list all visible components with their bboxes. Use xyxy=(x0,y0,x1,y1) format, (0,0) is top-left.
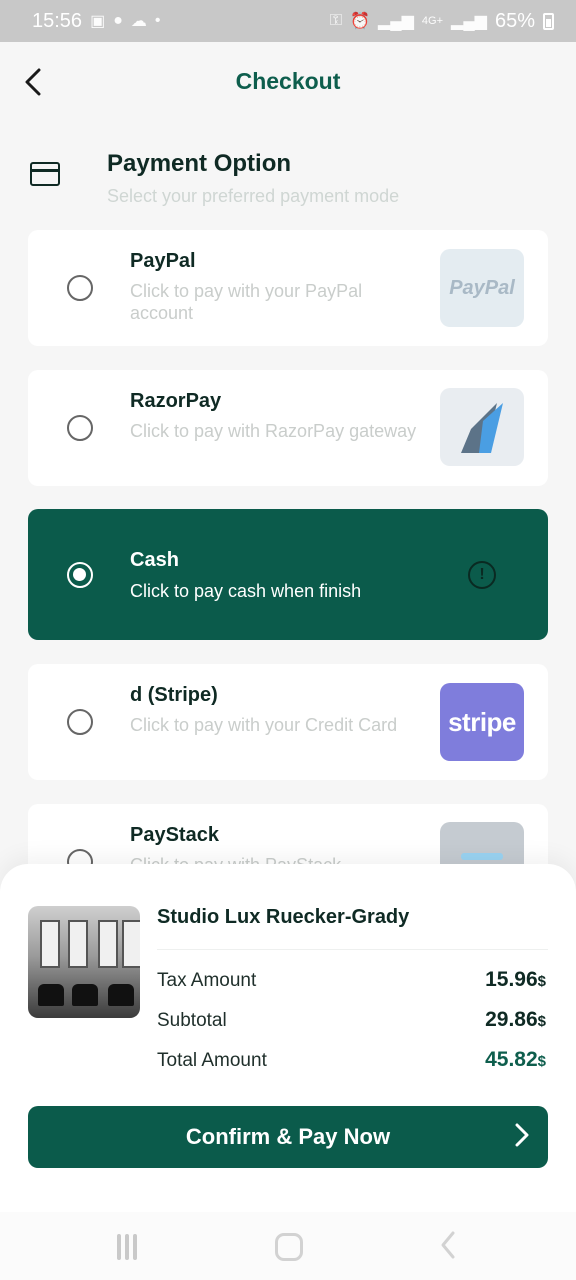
network-type: 4G+ xyxy=(421,15,444,27)
signal-icon: ▂▄▆ xyxy=(377,13,414,30)
tax-label: Tax Amount xyxy=(157,970,257,991)
total-label: Total Amount xyxy=(157,1050,267,1071)
payment-option-cash[interactable]: Cash Click to pay cash when finish ! xyxy=(28,509,548,640)
chevron-right-icon xyxy=(514,1122,530,1153)
radio-selected-icon[interactable] xyxy=(67,562,93,588)
system-back-icon[interactable] xyxy=(440,1230,456,1268)
stripe-logo: stripe xyxy=(440,683,524,761)
payment-option-description: Click to pay with RazorPay gateway xyxy=(130,421,417,441)
section-subtitle: Select your preferred payment mode xyxy=(107,186,400,206)
salon-name: Studio Lux Ruecker-Grady xyxy=(157,906,410,928)
paypal-logo: PayPal xyxy=(440,249,524,327)
card-icon xyxy=(30,162,60,186)
system-nav-bar xyxy=(0,1212,576,1280)
razorpay-logo xyxy=(440,388,524,466)
radio-icon[interactable] xyxy=(67,275,93,301)
order-summary-sheet: Studio Lux Ruecker-Grady Tax Amount 15.9… xyxy=(0,864,576,1212)
divider xyxy=(157,949,548,950)
home-icon[interactable] xyxy=(275,1233,303,1261)
confirm-pay-label: Confirm & Pay Now xyxy=(185,1124,391,1149)
status-bar: 15:56 ▣ ● ☁ • ⚿ ⏰ ▂▄▆ 4G+ ▂▄▆ 65% xyxy=(0,0,576,42)
battery-percent: 65% xyxy=(494,9,535,32)
battery-icon xyxy=(543,12,554,30)
subtotal-value: 29.86$ xyxy=(485,1008,546,1031)
payment-option-name: Cash xyxy=(130,549,179,571)
alarm-icon: ⏰ xyxy=(350,13,370,30)
header: Checkout xyxy=(0,42,576,122)
recent-apps-icon[interactable] xyxy=(117,1234,141,1260)
key-icon: ⚿ xyxy=(329,12,343,29)
payment-option-name: RazorPay xyxy=(130,390,222,412)
payment-option-name: d (Stripe) xyxy=(130,684,218,706)
payment-option-description: Click to pay with your PayPal account xyxy=(130,281,363,323)
status-time: 15:56 xyxy=(32,9,83,32)
confirm-pay-button[interactable]: Confirm & Pay Now xyxy=(28,1106,548,1168)
tax-value: 15.96$ xyxy=(485,968,546,991)
section-title: Payment Option xyxy=(107,150,292,177)
dot-icon: • xyxy=(154,12,161,29)
signal-icon-2: ▂▄▆ xyxy=(451,13,487,30)
radio-icon[interactable] xyxy=(67,709,93,735)
total-value: 45.82$ xyxy=(485,1048,546,1071)
radio-icon[interactable] xyxy=(67,415,93,441)
gallery-icon: ▣ xyxy=(90,13,106,30)
payment-option-paypal[interactable]: PayPal Click to pay with your PayPal acc… xyxy=(28,230,548,346)
info-icon[interactable]: ! xyxy=(468,561,496,589)
subtotal-label: Subtotal xyxy=(157,1010,227,1031)
page-title: Checkout xyxy=(235,68,341,94)
payment-option-stripe[interactable]: d (Stripe) Click to pay with your Credit… xyxy=(28,664,548,780)
salon-image xyxy=(28,906,140,1018)
payment-option-name: PayStack xyxy=(130,824,219,846)
payment-option-description: Click to pay with your Credit Card xyxy=(130,715,398,735)
cloud-icon: ☁ xyxy=(130,13,147,30)
payment-option-name: PayPal xyxy=(130,250,196,272)
payment-option-razorpay[interactable]: RazorPay Click to pay with RazorPay gate… xyxy=(28,370,548,486)
chat-icon: ● xyxy=(113,12,123,29)
payment-option-description: Click to pay cash when finish xyxy=(130,581,362,601)
